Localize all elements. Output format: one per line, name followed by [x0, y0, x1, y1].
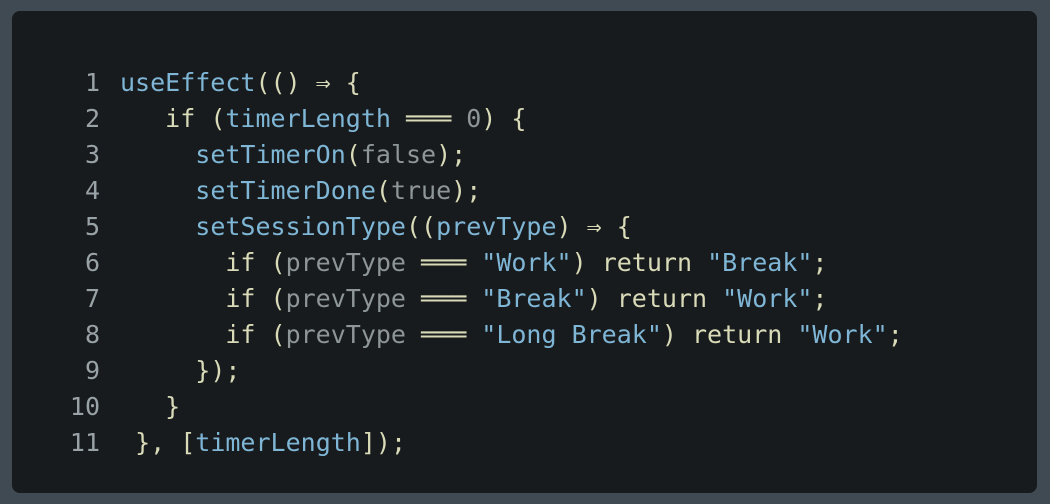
code-token: );: [436, 140, 467, 169]
code-token: ;: [812, 248, 828, 277]
code-token: timerLength: [225, 104, 391, 133]
code-line: 8 if (prevType ═══ "Long Break") return …: [68, 317, 903, 353]
code-snippet-panel: 1 useEffect(() ⇒ {2 if (timerLength ═══ 0…: [12, 11, 1037, 493]
code-token: setTimerDone: [195, 176, 376, 205]
code-block: 1 useEffect(() ⇒ {2 if (timerLength ═══ 0…: [68, 65, 903, 461]
code-token: "Work": [722, 284, 813, 313]
code-line: 11 }, [timerLength]);: [68, 425, 903, 461]
code-token: return: [601, 248, 692, 277]
code-token: if: [165, 104, 196, 133]
code-token: "Long Break": [481, 320, 662, 349]
code-token: useEffect: [120, 68, 256, 97]
code-token: ) ⇒ {: [556, 212, 632, 241]
code-token: }, [: [135, 428, 196, 457]
code-token: "Break": [707, 248, 813, 277]
code-line: 7 if (prevType ═══ "Break") return "Work…: [68, 281, 903, 317]
line-number: 9: [84, 356, 100, 385]
code-token: ): [571, 248, 602, 277]
line-number: 2: [84, 104, 100, 133]
line-number: 5: [84, 212, 100, 241]
code-token: }: [165, 392, 181, 421]
code-token: prevType: [285, 248, 406, 277]
code-token: setSessionType: [195, 212, 406, 241]
code-token: ) {: [481, 104, 527, 133]
code-token: if: [225, 320, 256, 349]
code-token: prevType: [285, 320, 406, 349]
code-token: (: [195, 104, 226, 133]
code-token: return: [616, 284, 708, 313]
code-token: ;: [812, 284, 828, 313]
code-token: ═══: [406, 248, 482, 277]
code-token: ═══: [406, 320, 482, 349]
code-line: 1 useEffect(() ⇒ {: [68, 65, 903, 101]
code-token: "Work": [481, 248, 572, 277]
code-token: if: [225, 284, 256, 313]
code-token: setTimerOn: [195, 140, 346, 169]
line-number: 1: [84, 68, 100, 97]
line-number: 11: [69, 428, 100, 457]
code-token: if: [225, 248, 256, 277]
code-line: 3 setTimerOn(false);: [68, 137, 903, 173]
code-token: "Work": [797, 320, 888, 349]
code-token: ): [586, 284, 617, 313]
code-line: 4 setTimerDone(true);: [68, 173, 903, 209]
code-line: 9 });: [68, 353, 903, 389]
code-token: ;: [887, 320, 903, 349]
code-token: ((: [405, 212, 437, 241]
code-token: (: [255, 320, 286, 349]
code-token: (: [345, 140, 361, 169]
code-token: (: [255, 284, 286, 313]
code-token: false: [360, 140, 437, 169]
code-token: (: [375, 176, 391, 205]
code-token: prevType: [285, 284, 406, 313]
code-token: (: [255, 248, 286, 277]
line-number: 10: [69, 392, 100, 421]
line-number: 7: [84, 284, 100, 313]
code-token: "Break": [481, 284, 587, 313]
code-token: return: [692, 320, 783, 349]
code-token: ═══: [390, 104, 467, 133]
code-token: ═══: [406, 284, 482, 313]
code-token: });: [195, 356, 241, 385]
code-line: 10 }: [68, 389, 903, 425]
code-token: (() ⇒ {: [255, 68, 361, 97]
code-line: 6 if (prevType ═══ "Work") return "Break…: [68, 245, 903, 281]
line-number: 3: [84, 140, 100, 169]
code-token: ]);: [360, 428, 407, 457]
code-token: true: [390, 176, 452, 205]
code-token: timerLength: [195, 428, 361, 457]
code-line: 5 setSessionType((prevType) ⇒ {: [68, 209, 903, 245]
code-token: );: [451, 176, 482, 205]
code-line: 2 if (timerLength ═══ 0) {: [68, 101, 903, 137]
line-number: 4: [84, 176, 100, 205]
line-number: 6: [84, 248, 100, 277]
code-token: ): [661, 320, 692, 349]
code-token: 0: [466, 104, 482, 133]
line-number: 8: [84, 320, 100, 349]
code-token: prevType: [436, 212, 557, 241]
